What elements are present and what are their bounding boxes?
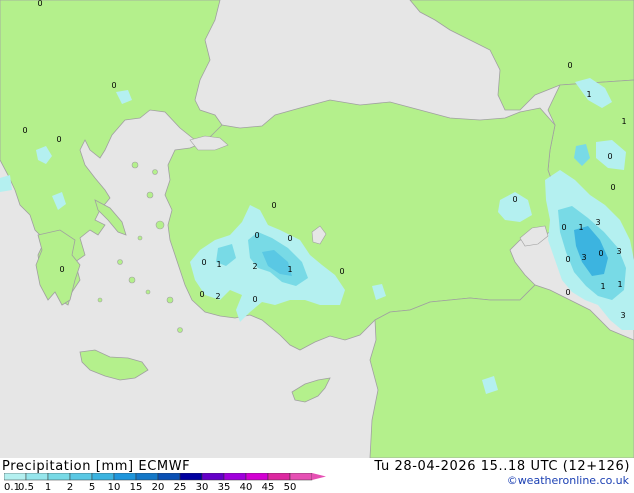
legend-tick-label: 5 — [88, 482, 96, 493]
legend-swatch — [157, 473, 181, 481]
map-title: Precipitation [mm] ECMWF — [2, 459, 191, 474]
precip-label: 1 — [621, 117, 626, 126]
legend-swatch — [4, 473, 27, 481]
legend-tick-label: 30 — [195, 482, 209, 493]
precip-label: 0 — [565, 288, 570, 297]
precip-label: 3 — [581, 253, 586, 262]
precip-label: 0 — [287, 234, 292, 243]
legend-tick-label: 15 — [129, 482, 143, 493]
precip-label: 0 — [512, 195, 517, 204]
footer-bar: Precipitation [mm] ECMWF Tu 28-04-2026 1… — [0, 458, 634, 493]
legend-tick-label: 25 — [173, 482, 187, 493]
precip-label: 0 — [254, 231, 259, 240]
source-credit[interactable]: ©weatheronline.co.uk — [507, 474, 629, 487]
precip-label: 0 — [199, 290, 204, 299]
legend-tick-label: 0.5 — [18, 482, 34, 493]
precip-label: 0 — [561, 223, 566, 232]
precip-label: 0 — [567, 61, 572, 70]
precip-label: 2 — [252, 262, 257, 271]
precip-label: 1 — [586, 90, 591, 99]
legend-tick-label: 35 — [217, 482, 231, 493]
precip-label: 0 — [271, 201, 276, 210]
precip-label: 0 — [37, 0, 42, 8]
legend-swatch — [25, 473, 49, 481]
precip-label: 0 — [607, 152, 612, 161]
legend-swatch — [91, 473, 115, 481]
precip-label: 3 — [616, 247, 621, 256]
legend-tick-label: 50 — [283, 482, 297, 493]
precip-label: 0 — [201, 258, 206, 267]
legend-swatch — [69, 473, 93, 481]
legend-tick-label: 10 — [107, 482, 121, 493]
precip-label: 0 — [111, 81, 116, 90]
precip-label: 2 — [215, 292, 220, 301]
precip-label: 0 — [598, 249, 603, 258]
precip-label: 1 — [578, 223, 583, 232]
legend-tick-label: 45 — [261, 482, 275, 493]
legend-tick-label: 40 — [239, 482, 253, 493]
precip-label: 0 — [339, 267, 344, 276]
legend-swatch — [135, 473, 159, 481]
legend-swatch — [267, 473, 291, 481]
legend-swatch — [113, 473, 137, 481]
precip-label: 0 — [610, 183, 615, 192]
precip-label: 1 — [216, 260, 221, 269]
precip-label: 1 — [287, 265, 292, 274]
precip-label: 0 — [56, 135, 61, 144]
precip-label: 0 — [22, 126, 27, 135]
precip-label: 3 — [595, 218, 600, 227]
forecast-time: Tu 28-04-2026 15..18 UTC (12+126) — [374, 459, 630, 474]
precip-label: 3 — [620, 311, 625, 320]
legend-tick-label: 2 — [66, 482, 74, 493]
precip-label: 1 — [617, 280, 622, 289]
precipitation-map: 0 0 0 0 0 1 1 0 0 0 0 0 1 3 0 0 0 1 2 1 0 0 3 0 3 0 0 2 0 1 1 0 3 — [0, 0, 634, 458]
legend-swatch — [289, 473, 313, 481]
legend-swatch — [223, 473, 247, 481]
legend-arrow — [312, 473, 326, 480]
legend-tick-label: 1 — [44, 482, 52, 493]
legend-swatch — [245, 473, 269, 481]
precip-label: 0 — [252, 295, 257, 304]
legend-swatch — [201, 473, 225, 481]
legend-swatch — [179, 473, 203, 481]
precip-label: 0 — [565, 255, 570, 264]
precip-label: 0 — [59, 265, 64, 274]
legend-swatch — [47, 473, 71, 481]
precip-label: 1 — [600, 282, 605, 291]
legend-tick-label: 20 — [151, 482, 165, 493]
